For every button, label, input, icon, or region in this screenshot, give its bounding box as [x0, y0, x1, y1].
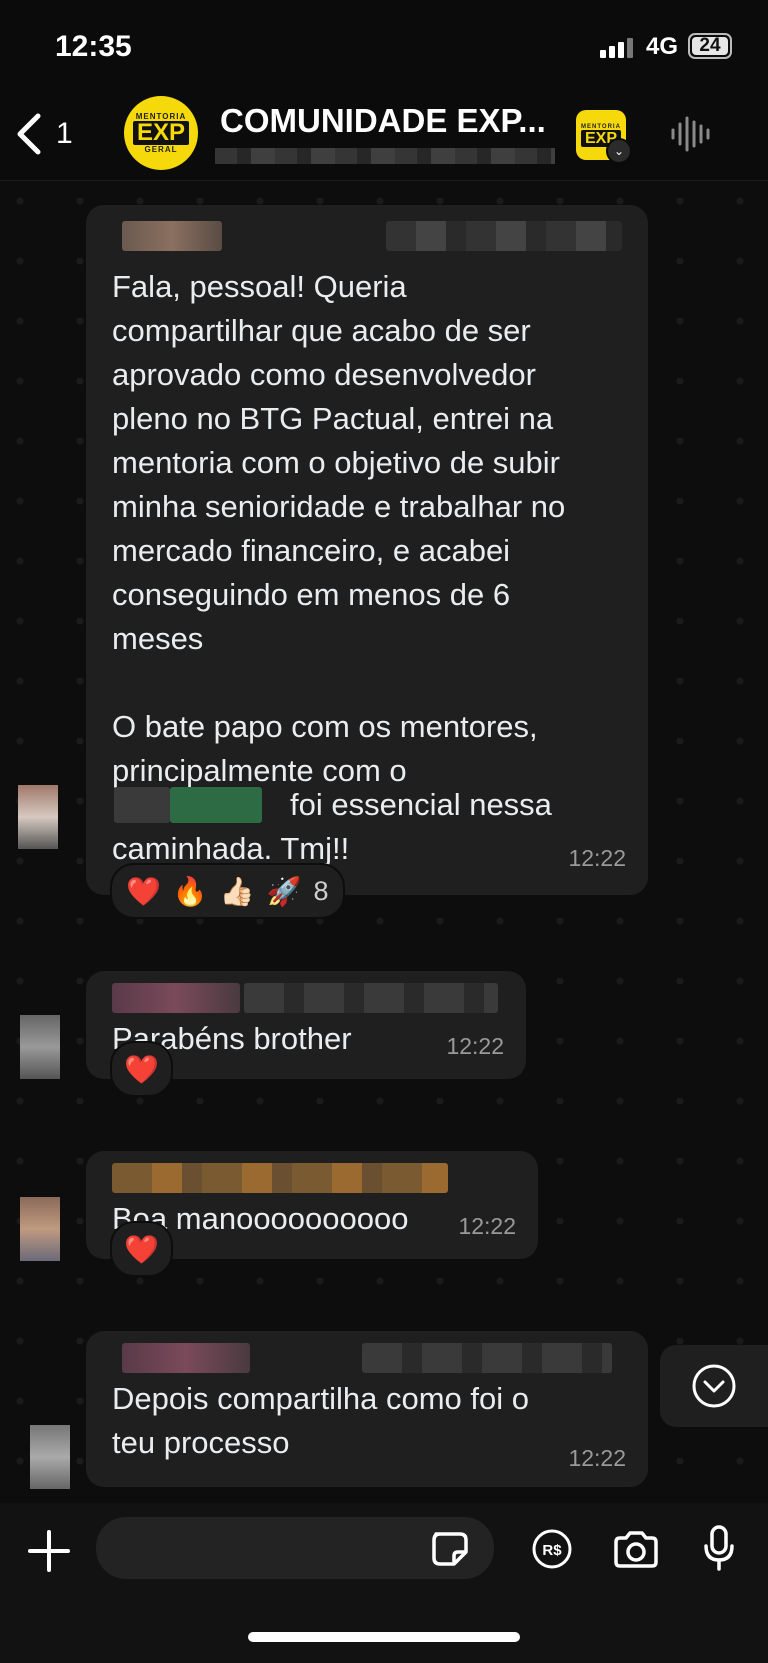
message-text: O bate papo com os mentores, principalme…: [112, 709, 538, 788]
mention-blurred: [170, 787, 262, 823]
sender-name-blurred: [122, 221, 222, 251]
sender-name-blurred: [122, 1343, 250, 1373]
audio-waveform-icon[interactable]: [670, 114, 712, 159]
microphone-icon[interactable]: [702, 1524, 736, 1577]
sender-phone-blurred: [362, 1343, 612, 1373]
reaction-thumbs-up: 👍🏻: [219, 875, 255, 907]
reaction-heart: ❤️: [124, 1053, 159, 1085]
chevron-down-icon: ⌄: [606, 138, 632, 164]
sender-phone-blurred: [386, 221, 622, 251]
reaction-count: 8: [313, 875, 329, 906]
chevron-left-icon: [17, 113, 41, 155]
back-button[interactable]: 1: [14, 112, 73, 156]
home-indicator: [248, 1632, 520, 1642]
chevron-down-circle-icon: [692, 1364, 736, 1408]
avatar[interactable]: [30, 1425, 70, 1489]
logo-main-text: EXP: [132, 121, 190, 145]
message-time: 12:22: [568, 1445, 626, 1471]
sender-name-blurred: [112, 983, 240, 1013]
network-type: 4G: [646, 33, 679, 60]
avatar[interactable]: [18, 785, 58, 849]
message-bubble[interactable]: Depois compartilha como foi o teu proces…: [86, 1331, 648, 1487]
group-title[interactable]: COMUNIDADE EXP...: [220, 102, 546, 140]
message-time: 12:22: [458, 1213, 516, 1239]
scroll-down-button[interactable]: [660, 1345, 768, 1427]
chat-area[interactable]: Fala, pessoal! Queria compartilhar que a…: [0, 181, 768, 1503]
sender-phone-blurred: [244, 983, 498, 1013]
reaction-fire: 🔥: [172, 875, 208, 907]
status-time: 12:35: [55, 30, 132, 63]
reaction-heart: ❤️: [126, 875, 161, 907]
reactions-bar[interactable]: ❤️ 🔥 👍🏻 🚀 8: [110, 863, 345, 919]
svg-text:R$: R$: [542, 1542, 562, 1559]
group-subtitle-blurred[interactable]: [215, 148, 555, 164]
avatar[interactable]: [20, 1197, 60, 1261]
message-text: foi essencial nessa: [290, 787, 552, 822]
message-text: Fala, pessoal! Queria compartilhar que a…: [112, 269, 566, 656]
plus-icon[interactable]: [26, 1528, 72, 1574]
battery-level: 24: [692, 36, 728, 55]
reaction-rocket: 🚀: [266, 875, 302, 907]
avatar[interactable]: [20, 1015, 60, 1079]
community-logo-top: MENTORIA: [581, 123, 621, 130]
message-text: Depois compartilha como foi o teu proces…: [112, 1381, 529, 1460]
group-avatar[interactable]: MENTORIA EXP GERAL: [124, 96, 198, 170]
mention-blurred: [114, 787, 170, 823]
sticker-icon[interactable]: [430, 1530, 470, 1573]
brl-payment-icon[interactable]: R$: [531, 1528, 573, 1575]
unread-count: 1: [56, 117, 73, 150]
cellular-signal-icon: [600, 38, 633, 58]
sender-name-blurred: [112, 1163, 448, 1193]
message-time: 12:22: [446, 1033, 504, 1059]
logo-bottom-text: GERAL: [144, 145, 178, 154]
message-time: 12:22: [568, 845, 626, 871]
reactions-bar[interactable]: ❤️: [110, 1041, 173, 1097]
camera-icon[interactable]: [612, 1530, 660, 1575]
reaction-heart: ❤️: [124, 1233, 159, 1265]
reactions-bar[interactable]: ❤️: [110, 1221, 173, 1277]
battery-icon: 24: [688, 33, 732, 59]
message-bubble[interactable]: Fala, pessoal! Queria compartilhar que a…: [86, 205, 648, 895]
